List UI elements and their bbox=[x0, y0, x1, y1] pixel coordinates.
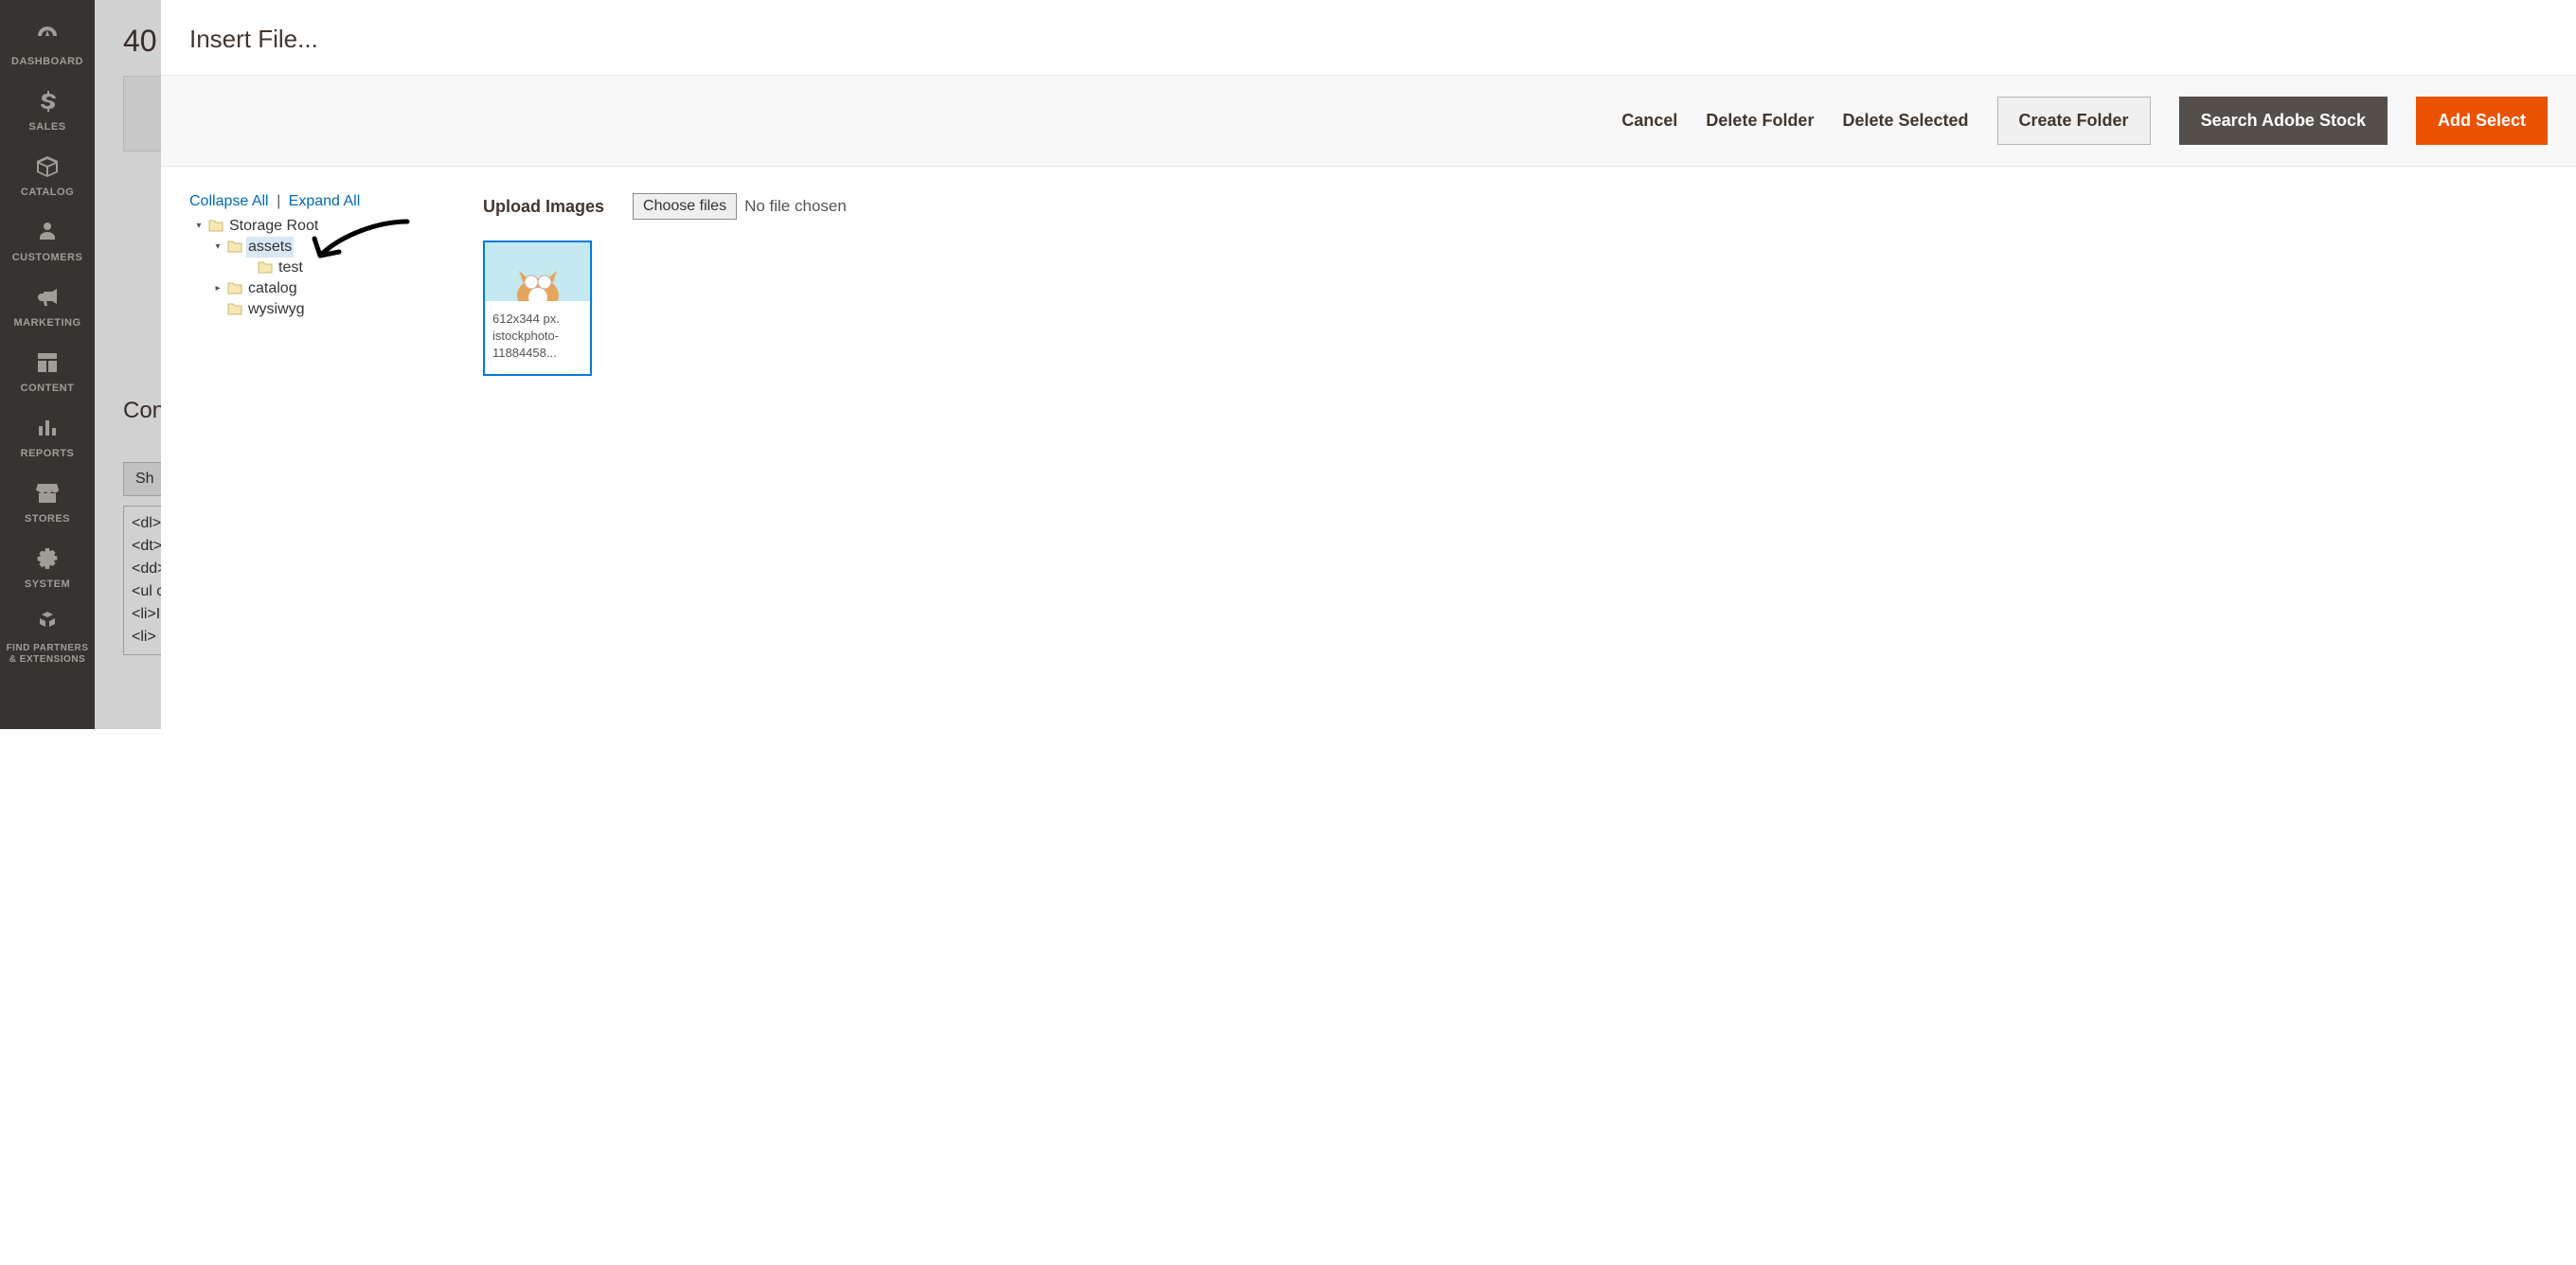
admin-logo-icon bbox=[0, 0, 95, 11]
nav-partners[interactable]: FIND PARTNERS& EXTENSIONS bbox=[0, 599, 95, 675]
folder-icon bbox=[227, 299, 242, 320]
nav-catalog[interactable]: CATALOG bbox=[0, 142, 95, 207]
tree-node-label[interactable]: catalog bbox=[246, 278, 299, 299]
tree-storage-root[interactable]: ▾ Storage Root bbox=[189, 216, 436, 237]
tree-link-row: Collapse All | Expand All bbox=[189, 193, 436, 210]
delete-selected-button[interactable]: Delete Selected bbox=[1842, 111, 1968, 131]
storefront-icon bbox=[0, 480, 95, 509]
bars-icon bbox=[0, 415, 95, 444]
insert-file-modal: Insert File... Cancel Delete Folder Dele… bbox=[161, 0, 2576, 729]
folder-icon bbox=[227, 278, 242, 299]
bullhorn-icon bbox=[0, 284, 95, 313]
tree-twisty-icon[interactable]: ▸ bbox=[212, 278, 224, 299]
collapse-all-link[interactable]: Collapse All bbox=[189, 193, 269, 209]
upload-status-text: No file chosen bbox=[744, 197, 847, 216]
nav-dashboard[interactable]: DASHBOARD bbox=[0, 11, 95, 77]
create-folder-button[interactable]: Create Folder bbox=[1997, 97, 2151, 145]
tree-links-separator: | bbox=[277, 193, 280, 209]
folder-tree-panel: Collapse All | Expand All ▾Storage Root▾… bbox=[189, 193, 436, 703]
tree-node-label[interactable]: Storage Root bbox=[227, 216, 320, 237]
upload-label: Upload Images bbox=[483, 197, 604, 217]
box-icon bbox=[0, 153, 95, 183]
nav-content[interactable]: CONTENT bbox=[0, 338, 95, 403]
folder-icon bbox=[258, 258, 273, 278]
expand-all-link[interactable]: Expand All bbox=[289, 193, 361, 209]
tree-catalog[interactable]: ▸ catalog bbox=[189, 278, 436, 299]
tree-test[interactable]: test bbox=[189, 258, 436, 278]
folder-icon bbox=[227, 237, 242, 258]
thumbnail-image bbox=[485, 242, 590, 301]
delete-folder-button[interactable]: Delete Folder bbox=[1706, 111, 1814, 131]
tree-node-label[interactable]: wysiwyg bbox=[246, 299, 307, 320]
search-adobe-stock-button[interactable]: Search Adobe Stock bbox=[2179, 97, 2388, 145]
nav-system[interactable]: SYSTEM bbox=[0, 534, 95, 599]
choose-files-button[interactable]: Choose files bbox=[633, 193, 737, 220]
thumbnail-caption: 612x344 px.istockphoto-11884458... bbox=[485, 301, 590, 374]
tree-wysiwyg[interactable]: wysiwyg bbox=[189, 299, 436, 320]
upload-row: Upload Images Choose files No file chose… bbox=[483, 193, 2548, 220]
layout-icon bbox=[0, 349, 95, 379]
nav-reports[interactable]: REPORTS bbox=[0, 403, 95, 469]
modal-toolbar: Cancel Delete Folder Delete Selected Cre… bbox=[161, 75, 2576, 167]
nav-marketing[interactable]: MARKETING bbox=[0, 273, 95, 338]
gear-icon bbox=[0, 545, 95, 575]
folder-tree: ▾Storage Root▾assetstest▸catalogwysiwyg bbox=[189, 216, 436, 320]
cancel-button[interactable]: Cancel bbox=[1621, 111, 1677, 131]
modal-title: Insert File... bbox=[161, 0, 2576, 75]
add-selected-button[interactable]: Add Select bbox=[2416, 97, 2548, 145]
dollar-icon bbox=[0, 88, 95, 117]
nav-sales[interactable]: SALES bbox=[0, 77, 95, 142]
gauge-icon bbox=[0, 23, 95, 52]
tree-assets[interactable]: ▾ assets bbox=[189, 237, 436, 258]
media-thumbnail[interactable]: 612x344 px.istockphoto-11884458... bbox=[483, 241, 592, 376]
nav-stores[interactable]: STORES bbox=[0, 469, 95, 534]
tree-node-label[interactable]: test bbox=[277, 258, 305, 278]
folder-icon bbox=[208, 216, 224, 237]
tree-twisty-icon[interactable]: ▾ bbox=[212, 237, 224, 258]
file-browser-panel: Upload Images Choose files No file chose… bbox=[483, 193, 2548, 703]
tree-twisty-icon[interactable]: ▾ bbox=[193, 216, 205, 237]
blocks-icon bbox=[0, 609, 95, 639]
nav-customers[interactable]: CUSTOMERS bbox=[0, 207, 95, 273]
person-icon bbox=[0, 219, 95, 248]
tree-node-label[interactable]: assets bbox=[246, 237, 294, 258]
admin-sidebar: DASHBOARDSALESCATALOGCUSTOMERSMARKETINGC… bbox=[0, 0, 95, 729]
